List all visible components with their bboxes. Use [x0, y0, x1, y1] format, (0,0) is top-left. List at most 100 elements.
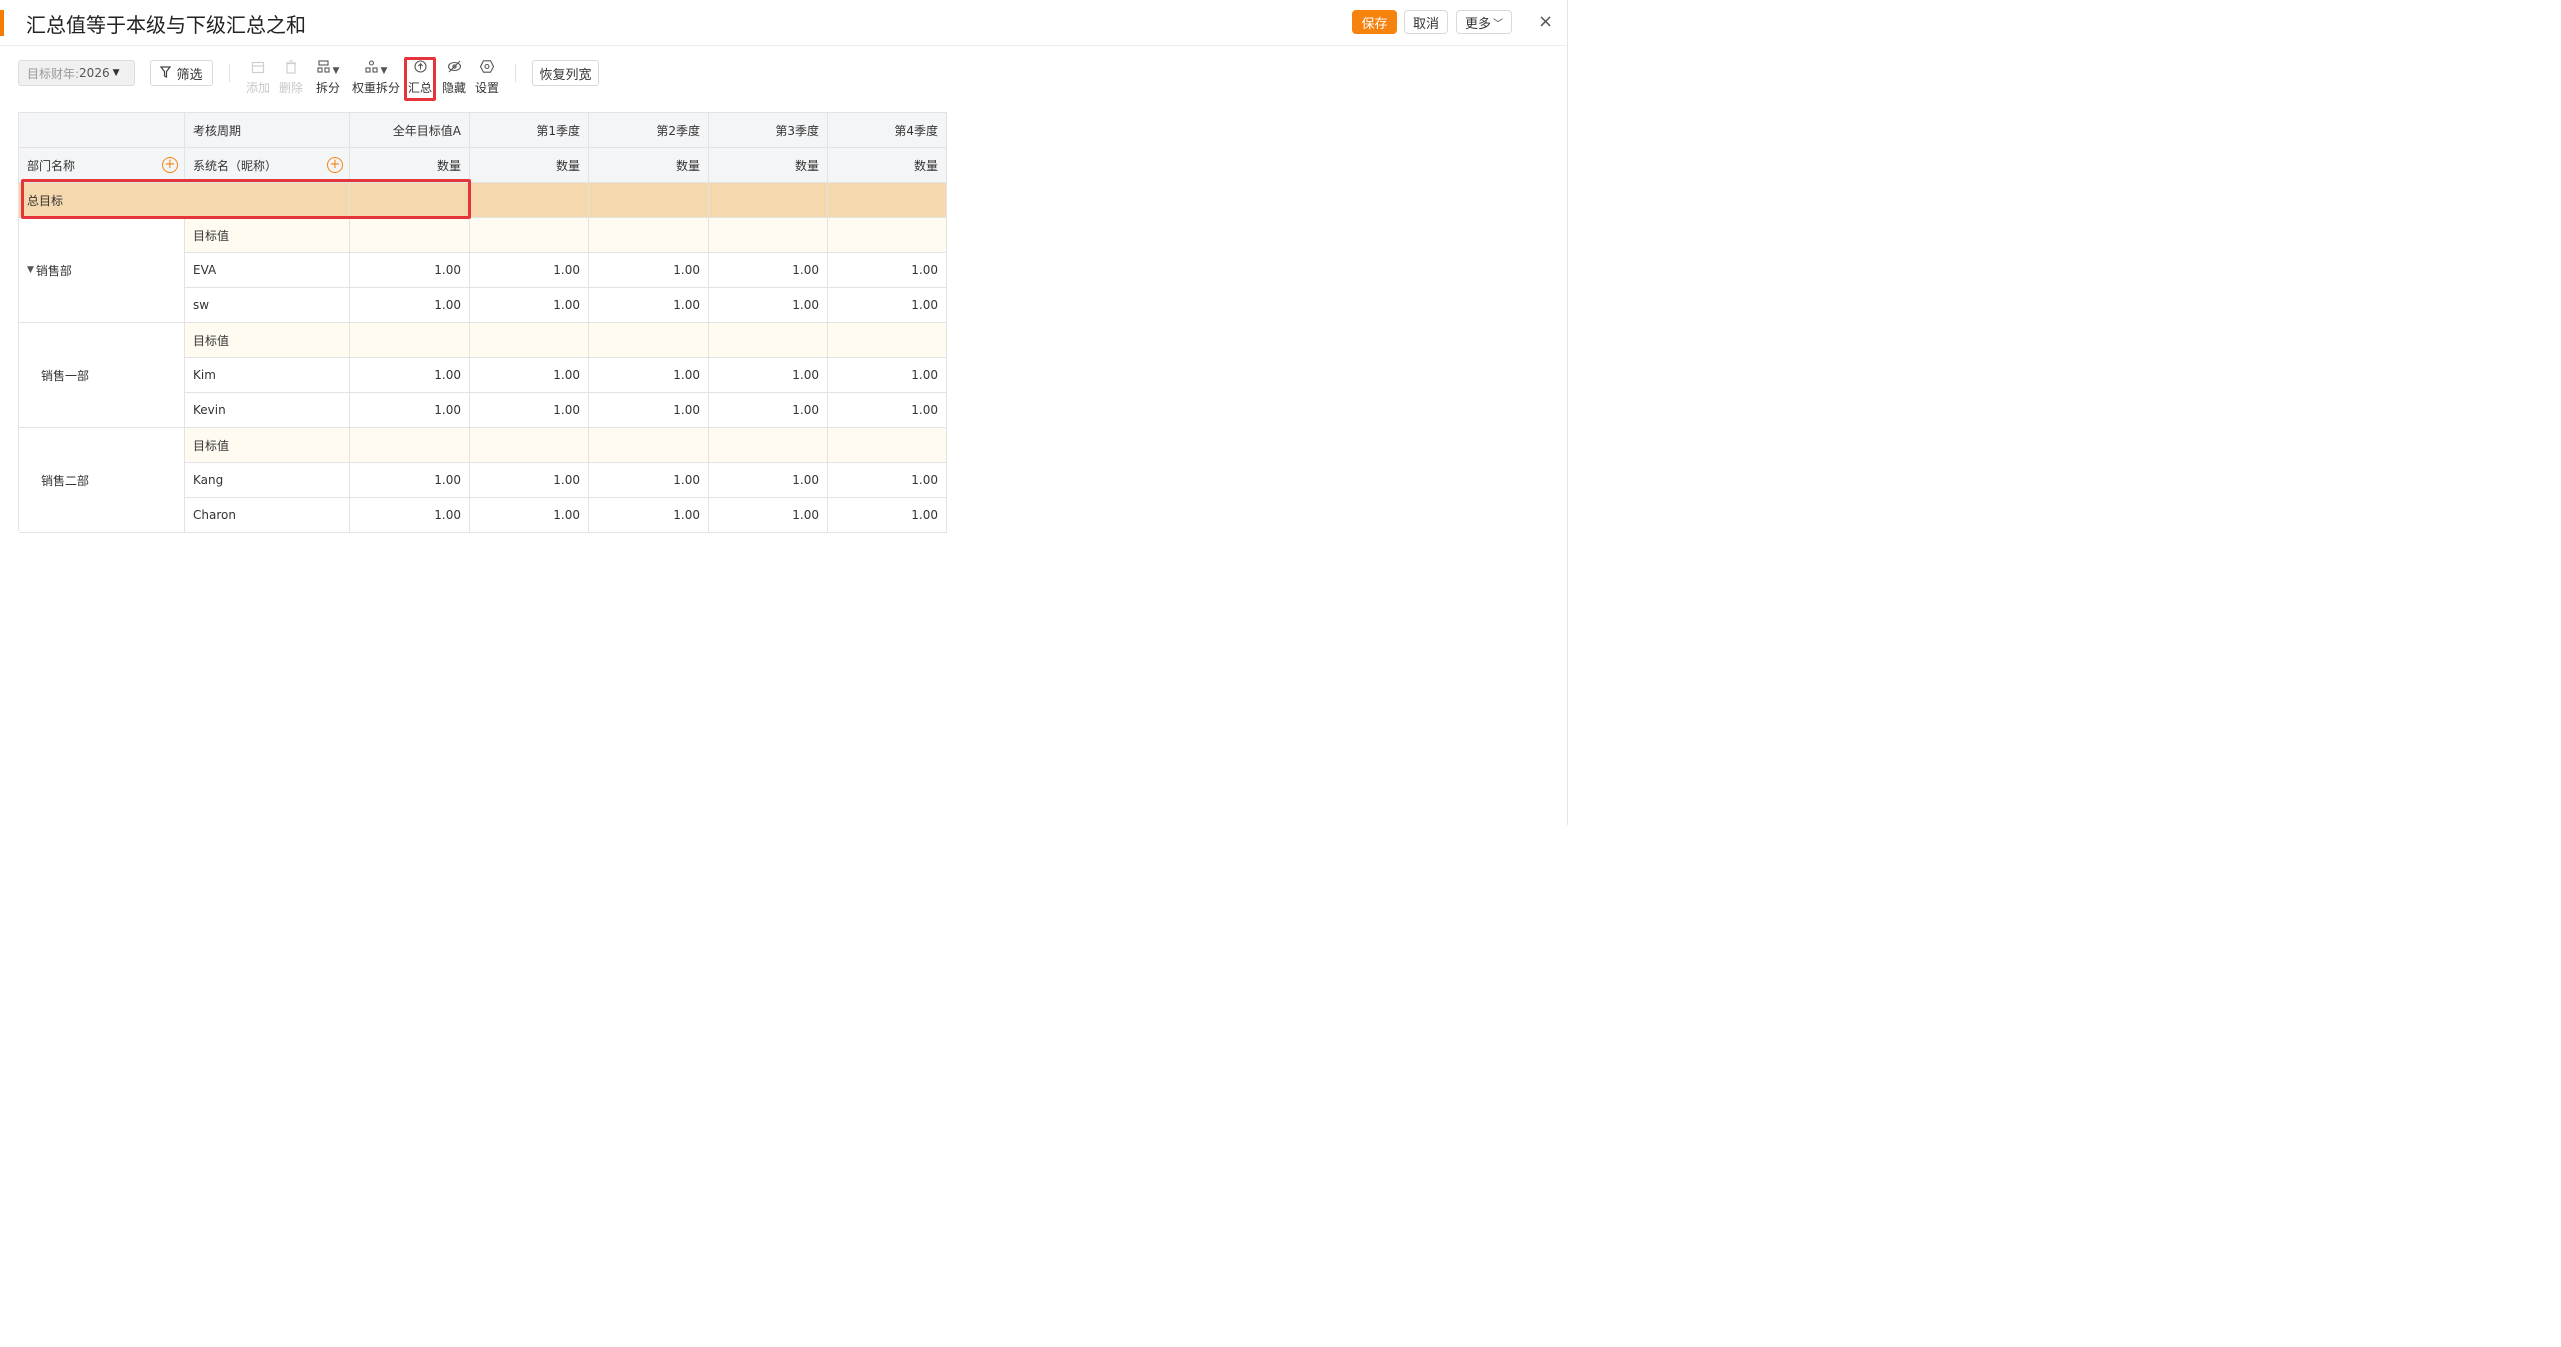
target-value-cell[interactable] [470, 323, 589, 358]
value-cell[interactable]: 1.00 [350, 253, 470, 288]
collapse-caret-icon[interactable]: ▼ [27, 265, 34, 275]
value-cell[interactable]: 1.00 [350, 393, 470, 428]
value-cell[interactable]: 1.00 [589, 253, 709, 288]
fiscal-year-select[interactable]: 目标财年: 2026 ▼ [18, 60, 135, 86]
add-system-icon[interactable]: + [327, 157, 343, 173]
dept-name-cell[interactable]: ▼ 销售部 [19, 218, 185, 323]
value-cell[interactable]: 1.00 [709, 498, 828, 533]
close-icon[interactable]: × [1538, 12, 1553, 32]
column-header[interactable]: 第2季度 [589, 113, 709, 148]
dept-name-text: 销售一部 [41, 368, 90, 383]
measure-header-text: 数量 [436, 158, 461, 173]
value-cell[interactable]: 1.00 [350, 288, 470, 323]
target-value-cell[interactable] [709, 218, 828, 253]
dept-name-cell[interactable]: 销售二部 [19, 428, 185, 533]
value-cell[interactable]: 1.00 [709, 463, 828, 498]
value-cell-text: 1.00 [792, 473, 819, 487]
value-cell-text: 1.00 [553, 298, 580, 312]
filter-button[interactable]: 筛选 [150, 60, 213, 86]
value-cell-text: 1.00 [673, 403, 700, 417]
weight-split-label: 权重拆分 [352, 81, 401, 95]
dept-name-cell[interactable]: 销售一部 [19, 323, 185, 428]
toolbar-divider [229, 64, 230, 82]
value-cell-text: 1.00 [673, 263, 700, 277]
value-cell-text: 1.00 [911, 508, 938, 522]
total-target-cell[interactable] [828, 183, 947, 218]
add-dept-icon[interactable]: + [162, 157, 178, 173]
total-target-cell[interactable] [470, 183, 589, 218]
value-cell[interactable]: 1.00 [589, 358, 709, 393]
weight-split-tool[interactable]: ▼ 权重拆分 [352, 60, 400, 95]
target-value-row-text: 目标值 [193, 438, 230, 453]
toolbar-divider [515, 64, 516, 82]
value-cell[interactable]: 1.00 [589, 463, 709, 498]
delete-tool[interactable]: 删除 [277, 60, 305, 95]
value-cell[interactable]: 1.00 [589, 393, 709, 428]
target-value-cell[interactable] [589, 218, 709, 253]
value-cell[interactable]: 1.00 [709, 253, 828, 288]
member-name-cell-text: sw [193, 298, 210, 312]
value-cell[interactable]: 1.00 [709, 393, 828, 428]
value-cell[interactable]: 1.00 [350, 498, 470, 533]
column-header[interactable]: 第1季度 [470, 113, 589, 148]
value-cell[interactable]: 1.00 [589, 498, 709, 533]
total-target-cell[interactable] [589, 183, 709, 218]
target-value-cell[interactable] [350, 218, 470, 253]
value-cell[interactable]: 1.00 [828, 253, 947, 288]
value-cell[interactable]: 1.00 [828, 498, 947, 533]
value-cell[interactable]: 1.00 [828, 393, 947, 428]
settings-tool[interactable]: 设置 [473, 60, 501, 95]
value-cell[interactable]: 1.00 [470, 463, 589, 498]
value-cell[interactable]: 1.00 [828, 288, 947, 323]
target-value-cell[interactable] [589, 428, 709, 463]
value-cell[interactable]: 1.00 [828, 358, 947, 393]
target-value-cell[interactable] [350, 323, 470, 358]
more-button[interactable]: 更多 ﹀ [1456, 10, 1512, 34]
target-value-cell[interactable] [709, 428, 828, 463]
total-target-cell[interactable] [350, 183, 470, 218]
value-cell[interactable]: 1.00 [709, 358, 828, 393]
save-button[interactable]: 保存 [1352, 10, 1397, 34]
target-value-cell[interactable] [828, 218, 947, 253]
hide-tool[interactable]: 隐藏 [440, 60, 468, 95]
dept-name-text: 销售部 [35, 263, 72, 278]
system-name-header-text: 系统名（昵称） [193, 158, 278, 173]
column-header[interactable]: 第3季度 [709, 113, 828, 148]
column-header[interactable]: 全年目标值A [350, 113, 470, 148]
page-title: 汇总值等于本级与下级汇总之和 [26, 13, 306, 37]
target-value-cell[interactable] [470, 218, 589, 253]
target-value-row: 目标值 [185, 323, 350, 358]
target-value-cell[interactable] [828, 323, 947, 358]
measure-header-text: 数量 [794, 158, 819, 173]
value-cell[interactable]: 1.00 [470, 358, 589, 393]
target-value-cell[interactable] [828, 428, 947, 463]
member-name-cell-text: Charon [193, 508, 236, 522]
value-cell[interactable]: 1.00 [350, 463, 470, 498]
value-cell-text: 1.00 [792, 403, 819, 417]
value-cell[interactable]: 1.00 [470, 498, 589, 533]
target-value-cell[interactable] [350, 428, 470, 463]
value-cell-text: 1.00 [434, 473, 461, 487]
cancel-button[interactable]: 取消 [1404, 10, 1448, 34]
value-cell[interactable]: 1.00 [709, 288, 828, 323]
column-header[interactable]: 第4季度 [828, 113, 947, 148]
value-cell[interactable]: 1.00 [589, 288, 709, 323]
restore-column-width-button[interactable]: 恢复列宽 [532, 60, 599, 86]
value-cell[interactable]: 1.00 [470, 253, 589, 288]
member-name-cell-text: Kang [193, 473, 224, 487]
target-value-cell[interactable] [589, 323, 709, 358]
value-cell[interactable]: 1.00 [470, 393, 589, 428]
target-value-row-text: 目标值 [193, 228, 230, 243]
value-cell[interactable]: 1.00 [828, 463, 947, 498]
window-edge [1567, 0, 1568, 825]
add-label: 添加 [245, 81, 270, 95]
add-tool[interactable]: 添加 [244, 60, 272, 95]
total-target-row[interactable]: 总目标 [19, 183, 350, 218]
target-value-cell[interactable] [709, 323, 828, 358]
period-header: 考核周期 [185, 113, 350, 148]
value-cell[interactable]: 1.00 [470, 288, 589, 323]
total-target-cell[interactable] [709, 183, 828, 218]
split-tool[interactable]: ▼ 拆分 [311, 60, 345, 95]
target-value-cell[interactable] [470, 428, 589, 463]
value-cell[interactable]: 1.00 [350, 358, 470, 393]
